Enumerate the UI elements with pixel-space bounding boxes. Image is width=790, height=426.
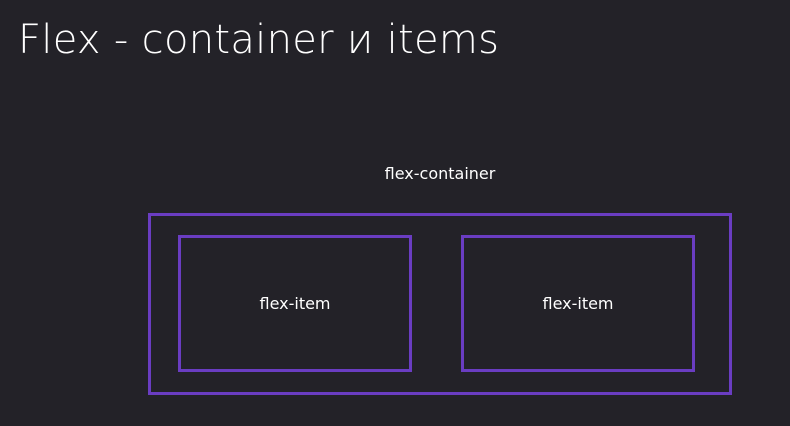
flex-item-box-2: flex-item [461,235,695,372]
flex-item-label: flex-item [542,293,614,313]
flex-item-box-1: flex-item [178,235,412,372]
flex-container-label: flex-container [384,164,496,183]
flex-container-box: flex-item flex-item [148,213,732,395]
slide-title: Flex - container и items [18,17,500,63]
flex-item-label: flex-item [259,293,331,313]
